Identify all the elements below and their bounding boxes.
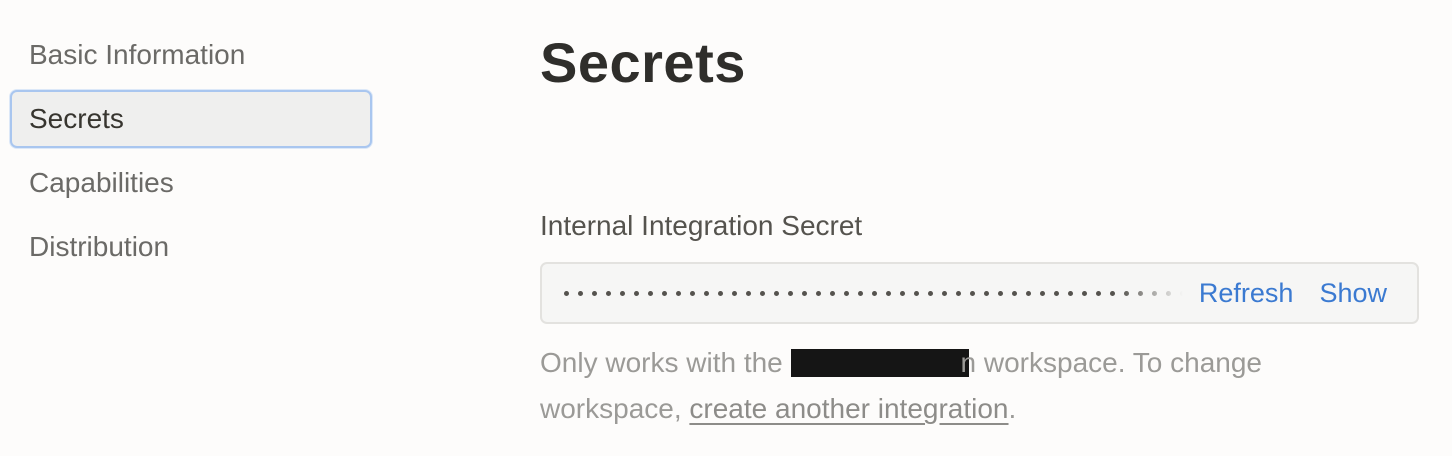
page-title: Secrets	[540, 31, 746, 94]
mask-dot	[606, 290, 611, 296]
sidebar-item-secrets[interactable]: Secrets	[10, 90, 372, 148]
mask-dot	[1110, 290, 1115, 296]
secret-actions: Refresh Show	[1199, 278, 1387, 309]
mask-dot	[1082, 290, 1087, 296]
mask-dot	[732, 290, 737, 296]
secret-section-label: Internal Integration Secret	[540, 210, 863, 241]
mask-dot	[774, 290, 779, 296]
show-button[interactable]: Show	[1319, 278, 1387, 309]
mask-dot	[1096, 290, 1101, 296]
refresh-button[interactable]: Refresh	[1199, 278, 1294, 309]
mask-dot	[690, 290, 695, 296]
mask-dot	[648, 290, 653, 296]
redacted-tail: n	[960, 347, 977, 378]
mask-dot	[1012, 290, 1017, 296]
mask-dot	[956, 290, 961, 296]
mask-dot	[1040, 290, 1045, 296]
mask-dot	[746, 290, 751, 296]
mask-dot	[620, 290, 625, 296]
mask-dot	[592, 290, 597, 296]
workspace-help-text: Only works with the n workspace. To chan…	[540, 340, 1400, 432]
masked-secret-value	[564, 264, 1199, 322]
mask-dot	[1054, 290, 1059, 296]
secret-field: Refresh Show	[540, 262, 1419, 324]
mask-dot	[564, 290, 569, 296]
sidebar-item-basic-information[interactable]: Basic Information	[10, 26, 372, 84]
settings-sidebar: Basic Information Secrets Capabilities D…	[10, 26, 372, 282]
mask-dot	[984, 290, 989, 296]
sidebar-item-distribution[interactable]: Distribution	[10, 218, 372, 276]
mask-dot	[914, 290, 919, 296]
mask-dot	[858, 290, 863, 296]
mask-dot	[900, 290, 905, 296]
mask-dot	[998, 290, 1003, 296]
mask-fade	[1118, 264, 1199, 322]
mask-dot	[788, 290, 793, 296]
mask-dot	[886, 290, 891, 296]
mask-dot	[970, 290, 975, 296]
create-integration-link[interactable]: create another integration	[689, 393, 1008, 424]
mask-dot	[1026, 290, 1031, 296]
mask-dot	[816, 290, 821, 296]
integration-settings-page: Basic Information Secrets Capabilities D…	[0, 0, 1452, 456]
sidebar-item-capabilities[interactable]: Capabilities	[10, 154, 372, 212]
redacted-workspace-name	[790, 349, 969, 377]
mask-dot	[802, 290, 807, 296]
mask-dot	[928, 290, 933, 296]
mask-dot	[844, 290, 849, 296]
mask-dot	[662, 290, 667, 296]
mask-dot	[760, 290, 765, 296]
mask-dot	[578, 290, 583, 296]
secret-dots	[564, 290, 1185, 296]
mask-dot	[830, 290, 835, 296]
mask-dot	[718, 290, 723, 296]
mask-dot	[942, 290, 947, 296]
mask-dot	[872, 290, 877, 296]
help-suffix: .	[1008, 393, 1017, 424]
mask-dot	[676, 290, 681, 296]
mask-dot	[1068, 290, 1073, 296]
help-prefix: Only works with the	[540, 347, 791, 378]
mask-dot	[634, 290, 639, 296]
mask-dot	[704, 290, 709, 296]
